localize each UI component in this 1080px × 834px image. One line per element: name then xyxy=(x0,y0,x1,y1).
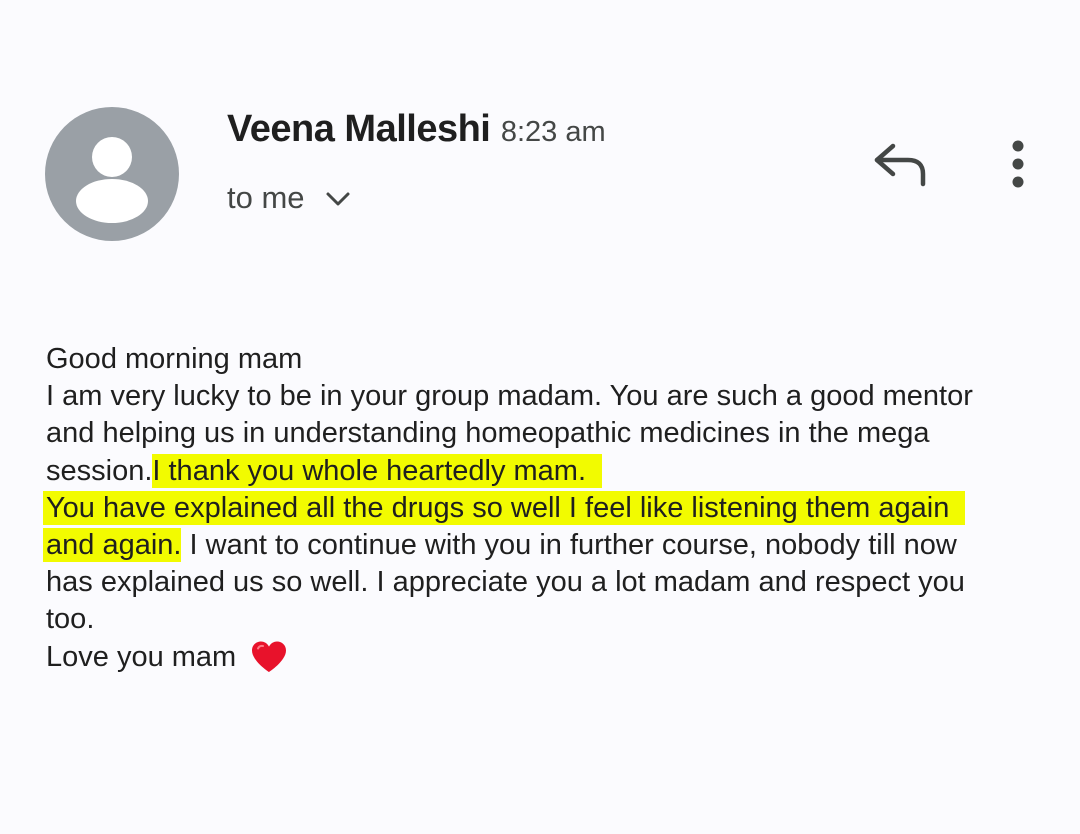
recipient-details[interactable]: to me xyxy=(227,180,351,216)
body-line: You have explained all the drugs so well… xyxy=(43,490,1046,527)
more-vertical-icon xyxy=(1012,140,1024,188)
highlighted-text: and again. xyxy=(43,528,182,563)
body-text: I am very lucky to be in your group mada… xyxy=(46,380,973,413)
sender-line: Veena Malleshi 8:23 am xyxy=(227,108,606,151)
sign-off-text: Love you mam xyxy=(46,640,237,673)
sender-avatar[interactable] xyxy=(45,107,179,241)
recipient-label: to me xyxy=(227,180,305,215)
body-text: too. xyxy=(46,603,95,636)
email-header: Veena Malleshi 8:23 am to me xyxy=(0,0,1080,260)
body-text: and helping us in understanding homeopat… xyxy=(46,417,930,450)
more-options-button[interactable] xyxy=(1000,134,1036,194)
body-line: too. xyxy=(46,601,1046,638)
greeting-text: Good morning mam xyxy=(46,343,303,375)
body-text: session. xyxy=(46,454,153,487)
body-text: has explained us so well. I appreciate y… xyxy=(46,566,965,599)
body-line: session.I thank you whole heartedly mam. xyxy=(46,453,1046,490)
body-line: I am very lucky to be in your group mada… xyxy=(46,378,1046,415)
highlighted-text: I thank you whole heartedly mam. xyxy=(152,453,603,488)
sent-time: 8:23 am xyxy=(500,116,606,148)
reply-icon xyxy=(874,143,926,187)
heart-icon xyxy=(250,640,288,674)
highlighted-text: You have explained all the drugs so well… xyxy=(43,490,966,525)
email-body: Good morning mam I am very lucky to be i… xyxy=(43,341,1046,676)
chevron-down-icon[interactable] xyxy=(325,187,351,209)
body-line: has explained us so well. I appreciate y… xyxy=(46,564,1046,601)
person-avatar-icon xyxy=(76,137,148,223)
body-line: Love you mam xyxy=(46,639,1046,676)
body-line: Good morning mam xyxy=(46,341,1046,378)
body-line: and again. I want to continue with you i… xyxy=(43,527,1046,564)
body-line: and helping us in understanding homeopat… xyxy=(46,415,1046,452)
body-text: I want to continue with you in further c… xyxy=(181,529,957,562)
reply-button[interactable] xyxy=(866,138,932,192)
sender-name[interactable]: Veena Malleshi xyxy=(227,108,491,150)
